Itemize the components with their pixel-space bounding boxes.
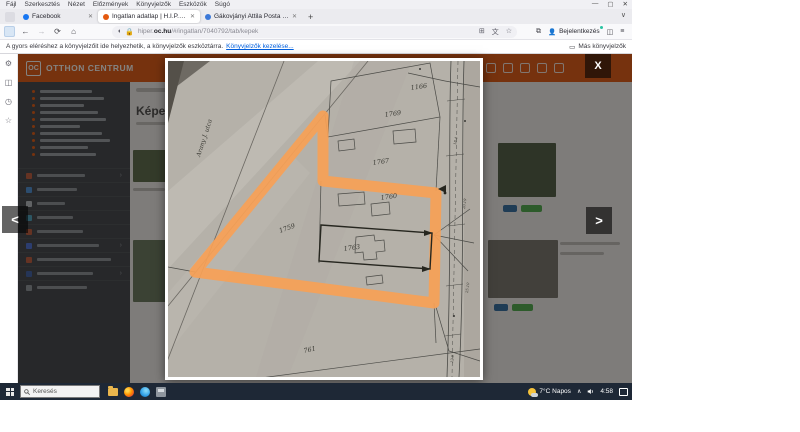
star-icon[interactable]: ☆ xyxy=(506,27,512,37)
weather-sun-icon xyxy=(528,388,536,396)
history-icon[interactable]: ◷ xyxy=(5,97,12,106)
lightbox-prev-button[interactable]: < xyxy=(2,206,28,233)
manage-bookmarks-link[interactable]: Könyvjelzők kezelése... xyxy=(226,43,294,50)
address-bar[interactable]: ◖ 🔒 hiper.oc.hu/#/ingatlan/7040792/tab/k… xyxy=(112,26,517,38)
minimize-icon[interactable]: — xyxy=(592,0,599,8)
tab-close-icon[interactable]: ✕ xyxy=(292,13,297,20)
library-icon[interactable]: ◫ xyxy=(607,28,614,36)
road-dimension-label: 12.6 xyxy=(450,354,455,363)
settings-icon[interactable]: ⚙ xyxy=(5,59,12,68)
menu-item-szerkesztés[interactable]: Szerkesztés xyxy=(24,1,59,8)
menu-item-fájl[interactable]: Fájl xyxy=(6,1,16,8)
tab-title: Gákovjányi Attila Posta nézete xyxy=(214,13,289,20)
sidebar-toggle-icon[interactable] xyxy=(4,26,15,37)
pocket-icon[interactable]: ◫ xyxy=(5,78,13,87)
firefox-menubar: Fájl Szerkesztés Nézet Előzmények Könyvjelző… xyxy=(0,0,632,9)
weather-widget[interactable]: 7°C Napos xyxy=(528,388,571,396)
signin-button[interactable]: 👤 Bejelentkezés xyxy=(548,28,600,36)
screenshot-area: Fájl Szerkesztés Nézet Előzmények Könyvjelző… xyxy=(0,0,632,400)
clock[interactable]: 4:58 xyxy=(600,388,613,395)
menu-item-eszközök[interactable]: Eszközök xyxy=(179,1,207,8)
reload-icon[interactable]: ⟳ xyxy=(52,27,63,36)
menu-item-könyvjelzők[interactable]: Könyvjelzők xyxy=(136,1,171,8)
shield-icon[interactable]: ◖ xyxy=(117,28,121,35)
forward-icon[interactable]: → xyxy=(36,27,47,36)
window-controls: — ▢ ✕ xyxy=(592,0,628,8)
tab-favicon xyxy=(205,14,211,20)
windows-taskbar: Keresés 7°C Napos ∧ 4:58 xyxy=(0,383,632,400)
url-text[interactable]: hiper.oc.hu/#/ingatlan/7040792/tab/kepek xyxy=(138,28,475,35)
search-icon xyxy=(24,389,30,395)
start-button[interactable] xyxy=(0,383,20,400)
tab-bar: Facebook✕Ingatlan adatlap | H.I.P.E.R.✕G… xyxy=(0,9,632,24)
lock-icon: 🔒 xyxy=(125,28,134,36)
lightbox-image-cadastral-map: 11661769176717601763175976118.420.1925.1… xyxy=(165,58,483,380)
bookmark-add-icon[interactable]: ⊞ xyxy=(479,27,485,37)
file-explorer-icon[interactable] xyxy=(108,388,118,396)
tray-expand-icon[interactable]: ∧ xyxy=(577,388,581,395)
tab-close-icon[interactable]: ✕ xyxy=(190,13,195,20)
tab-favicon xyxy=(103,14,109,20)
maximize-icon[interactable]: ▢ xyxy=(607,0,613,8)
tab-favicon xyxy=(23,14,29,20)
speaker-icon[interactable] xyxy=(587,388,594,395)
taskbar-search-input[interactable]: Keresés xyxy=(20,385,100,398)
new-tab-button[interactable]: + xyxy=(308,12,313,22)
tab-close-icon[interactable]: ✕ xyxy=(88,13,93,20)
lightbox-close-button[interactable]: X xyxy=(585,54,611,78)
close-icon[interactable]: ✕ xyxy=(623,0,628,8)
desktop-canvas: Fájl Szerkesztés Nézet Előzmények Könyvjelző… xyxy=(0,0,800,432)
home-icon[interactable]: ⌂ xyxy=(68,27,79,36)
folder-icon: ▭ xyxy=(569,43,575,51)
browser-viewport: ⚙◫◷☆ OC OTTHON CENTRUM ››› Képek xyxy=(0,54,632,383)
list-tabs-icon[interactable]: ∨ xyxy=(621,11,626,19)
firefox-view-icon[interactable] xyxy=(5,12,15,22)
navigation-toolbar: ← → ⟳ ⌂ ◖ 🔒 hiper.oc.hu/#/ingatlan/70407… xyxy=(0,24,632,40)
action-center-icon[interactable] xyxy=(619,388,628,396)
bookmarks-star-icon[interactable]: ☆ xyxy=(5,116,12,125)
menu-item-előzmények[interactable]: Előzmények xyxy=(93,1,128,8)
translate-icon[interactable]: 文 xyxy=(492,27,499,37)
bookmarks-toolbar: A gyors eléréshez a könyvjelzőit ide hel… xyxy=(0,40,632,54)
back-icon[interactable]: ← xyxy=(20,27,31,36)
lightbox-next-button[interactable]: > xyxy=(586,207,612,234)
tab-title: Facebook xyxy=(32,13,85,20)
bookmarks-notice-text: A gyors eléréshez a könyvjelzőit ide hel… xyxy=(6,43,223,50)
browser-tab[interactable]: Gákovjányi Attila Posta nézete✕ xyxy=(200,10,302,23)
edge-icon[interactable] xyxy=(140,387,150,397)
windows-logo-icon xyxy=(6,388,14,396)
tab-title: Ingatlan adatlap | H.I.P.E.R. xyxy=(112,13,187,20)
menu-item-súgó[interactable]: Súgó xyxy=(215,1,230,8)
app-menu-icon[interactable]: ≡ xyxy=(620,28,624,35)
system-tray: 7°C Napos ∧ 4:58 xyxy=(528,388,632,396)
cadastral-map-svg: 11661769176717601763175976118.420.1925.1… xyxy=(168,61,480,377)
taskbar-app-icon[interactable] xyxy=(156,387,166,397)
browser-tab[interactable]: Facebook✕ xyxy=(18,10,98,23)
menu-item-nézet[interactable]: Nézet xyxy=(68,1,85,8)
browser-tab[interactable]: Ingatlan adatlap | H.I.P.E.R.✕ xyxy=(98,10,200,23)
notification-dot xyxy=(600,26,603,29)
firefox-icon[interactable] xyxy=(124,387,134,397)
extensions-icon[interactable]: ⧉ xyxy=(536,28,541,36)
other-bookmarks-button[interactable]: Más könyvjelzők xyxy=(578,43,626,50)
account-icon: 👤 xyxy=(548,28,556,36)
